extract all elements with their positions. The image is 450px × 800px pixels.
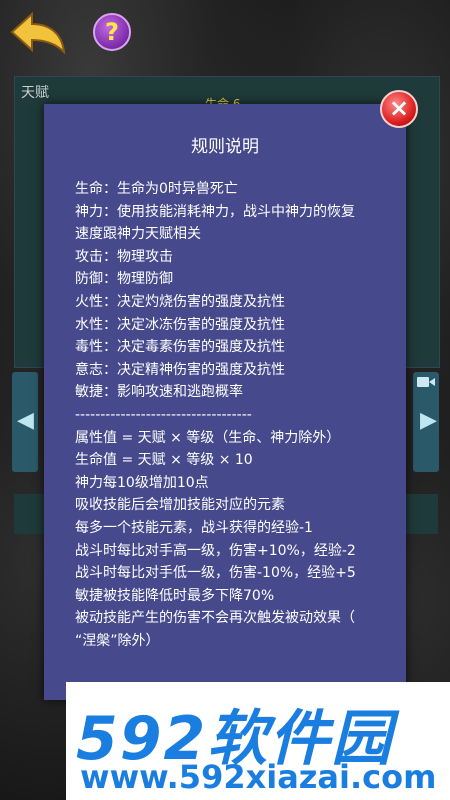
rule-line: 生命：生命为0时异兽死亡 (75, 181, 238, 197)
watermark: 592软件园 www.592xiazai.com (66, 682, 450, 800)
rule-line: 防御：物理防御 (75, 271, 173, 288)
rule-line: 战斗时每比对手高一级，伤害+10%，经验-2 (75, 542, 356, 559)
rule-line: “涅槃”除外） (75, 632, 160, 649)
chevron-left-icon: ◀ (17, 408, 34, 433)
rules-dialog: 规则说明 生命：生命为0时异兽死亡 神力：使用技能消耗神力，战斗中神力的恢复 速… (44, 104, 406, 700)
rule-line: 神力：使用技能消耗神力，战斗中神力的恢复 (75, 203, 355, 220)
rule-line: 敏捷：影响攻速和逃跑概率 (75, 384, 243, 401)
rule-line: 敏捷被技能降低时最多下降70% (75, 587, 275, 604)
rule-line: 毒性：决定毒素伤害的强度及抗性 (75, 339, 285, 356)
back-arrow-icon (10, 11, 66, 55)
camera-icon[interactable] (417, 375, 435, 389)
back-button[interactable] (10, 10, 66, 55)
rule-line: 吸收技能后会增加技能对应的元素 (75, 497, 285, 514)
rule-line: 生命值 = 天赋 × 等级 × 10 (75, 452, 253, 469)
rules-list: 生命：生命为0时异兽死亡 神力：使用技能消耗神力，战斗中神力的恢复 速度跟神力天… (75, 178, 395, 652)
dialog-title: 规则说明 (191, 137, 259, 157)
rule-line: 战斗时每比对手低一级，伤害-10%，经验+5 (75, 565, 356, 582)
rule-divider: ----------------------------------- (75, 406, 252, 423)
rule-line: 火性：决定灼烧伤害的强度及抗性 (75, 293, 285, 310)
rule-line: 意志：决定精神伤害的强度及抗性 (75, 361, 285, 378)
rule-line: 水性：决定冰冻伤害的强度及抗性 (75, 316, 285, 333)
rule-line: 被动技能产生的伤害不会再次触发被动效果（ (75, 610, 355, 627)
rule-line: 每多一个技能元素，战斗获得的经验-1 (75, 519, 313, 536)
rule-line: 速度跟神力天赋相关 (75, 226, 201, 243)
rule-line: 神力每10级增加10点 (75, 474, 209, 491)
rule-line: 攻击：物理攻击 (75, 248, 173, 265)
rule-line: 属性值 = 天赋 × 等级（生命、神力除外） (75, 429, 341, 446)
watermark-url: www.592xiazai.com (80, 758, 437, 796)
help-button[interactable]: ? (93, 13, 131, 51)
prev-button[interactable]: ◀ (12, 372, 38, 472)
talent-label: 天赋 (21, 85, 49, 101)
chevron-right-icon: ▶ (420, 408, 437, 433)
close-button[interactable]: × (380, 90, 418, 128)
